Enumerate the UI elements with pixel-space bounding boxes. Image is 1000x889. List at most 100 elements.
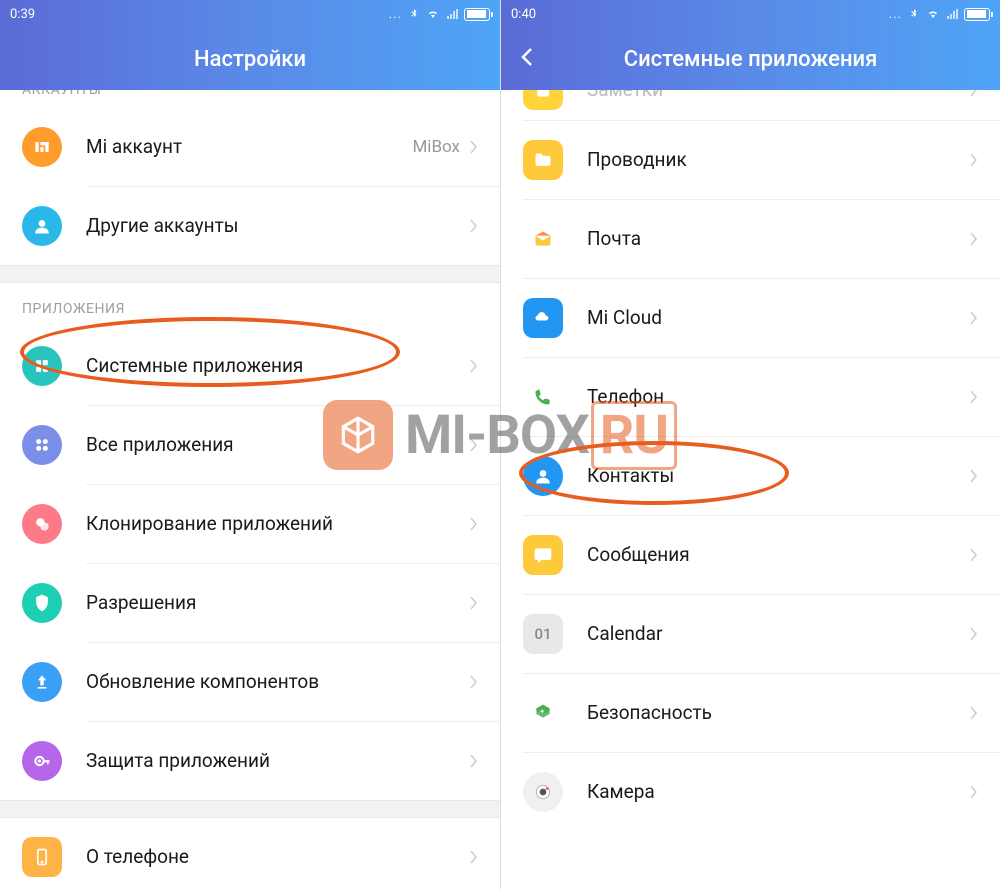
other-accounts-icon [22,206,62,246]
row-label: Разрешения [86,591,470,616]
mi-account-icon [22,127,62,167]
row-label: Клонирование приложений [86,512,470,537]
content-right: Заметки Проводник Почта Mi Cloud [501,90,1000,889]
chevron-right-icon [970,548,978,562]
camera-icon [523,772,563,812]
header: Настройки [0,28,500,90]
row-clone-apps[interactable]: Клонирование приложений [0,485,500,563]
status-time: 0:40 [511,7,536,22]
messages-icon [523,535,563,575]
status-icons: ... [389,7,490,22]
notes-icon [523,90,563,110]
about-phone-icon [22,837,62,877]
clone-apps-icon [22,504,62,544]
page-title: Настройки [194,47,306,72]
row-calendar[interactable]: 01 Calendar [501,595,1000,673]
row-value: MiBox [412,137,460,157]
system-apps-icon [22,346,62,386]
section-header-apps: ПРИЛОЖЕНИЯ [0,283,500,327]
chevron-right-icon [970,153,978,167]
phone-left: 0:39 ... Настройки АККАУНТЫ Mi аккаунт M… [0,0,500,889]
contacts-icon [523,456,563,496]
chevron-right-icon [470,438,478,452]
row-label: О телефоне [86,845,470,870]
signal-icon [946,8,958,20]
row-label: Камера [587,780,970,805]
row-label: Calendar [587,622,970,647]
back-button[interactable] [519,45,535,73]
status-bar: 0:40 ... [501,0,1000,28]
content-left: АККАУНТЫ Mi аккаунт MiBox Другие аккаунт… [0,90,500,889]
row-component-update[interactable]: Обновление компонентов [0,643,500,721]
chevron-right-icon [470,219,478,233]
row-label: Обновление компонентов [86,670,470,695]
row-label: Телефон [587,385,970,410]
chevron-right-icon [470,596,478,610]
row-label: Защита приложений [86,749,470,774]
row-about-phone[interactable]: О телефоне [0,818,500,889]
explorer-icon [523,140,563,180]
row-camera[interactable]: Камера [501,753,1000,831]
chevron-right-icon [970,785,978,799]
row-mi-account[interactable]: Mi аккаунт MiBox [0,108,500,186]
battery-icon [964,8,990,21]
row-system-apps[interactable]: Системные приложения [0,327,500,405]
chevron-right-icon [970,311,978,325]
chevron-right-icon [470,140,478,154]
security-icon [523,693,563,733]
row-contacts[interactable]: Контакты [501,437,1000,515]
row-label: Проводник [587,148,970,173]
all-apps-icon [22,425,62,465]
row-label: Mi Cloud [587,306,970,331]
chevron-right-icon [970,627,978,641]
chevron-right-icon [970,232,978,246]
chevron-right-icon [970,90,978,97]
chevron-right-icon [970,706,978,720]
row-phone[interactable]: Телефон [501,358,1000,436]
row-label: Системные приложения [86,354,470,379]
row-label: Заметки [587,90,970,102]
chevron-right-icon [470,850,478,864]
row-label: Mi аккаунт [86,135,412,160]
battery-icon [464,8,490,21]
chevron-right-icon [470,359,478,373]
chevron-right-icon [970,469,978,483]
mail-icon [523,219,563,259]
status-icons: ... [889,7,990,22]
phone-icon [523,377,563,417]
row-permissions[interactable]: Разрешения [0,564,500,642]
bluetooth-icon [408,8,420,20]
micloud-icon [523,298,563,338]
chevron-right-icon [470,675,478,689]
row-notes[interactable]: Заметки [501,90,1000,120]
row-label: Сообщения [587,543,970,568]
wifi-icon [426,8,440,20]
row-label: Все приложения [86,433,470,458]
row-micloud[interactable]: Mi Cloud [501,279,1000,357]
phone-right: 0:40 ... Системные приложения Заметки [500,0,1000,889]
chevron-right-icon [970,390,978,404]
row-all-apps[interactable]: Все приложения [0,406,500,484]
signal-icon [446,8,458,20]
row-label: Другие аккаунты [86,214,470,239]
header: Системные приложения [501,28,1000,90]
row-mail[interactable]: Почта [501,200,1000,278]
chevron-right-icon [470,754,478,768]
row-label: Контакты [587,464,970,489]
row-messages[interactable]: Сообщения [501,516,1000,594]
row-security[interactable]: Безопасность [501,674,1000,752]
permissions-icon [22,583,62,623]
app-lock-icon [22,741,62,781]
status-bar: 0:39 ... [0,0,500,28]
row-label: Безопасность [587,701,970,726]
row-label: Почта [587,227,970,252]
row-app-lock[interactable]: Защита приложений [0,722,500,800]
component-update-icon [22,662,62,702]
row-explorer[interactable]: Проводник [501,121,1000,199]
page-title: Системные приложения [624,47,878,72]
calendar-icon: 01 [523,614,563,654]
bluetooth-icon [908,8,920,20]
row-other-accounts[interactable]: Другие аккаунты [0,187,500,265]
wifi-icon [926,8,940,20]
section-header-accounts: АККАУНТЫ [0,90,500,108]
